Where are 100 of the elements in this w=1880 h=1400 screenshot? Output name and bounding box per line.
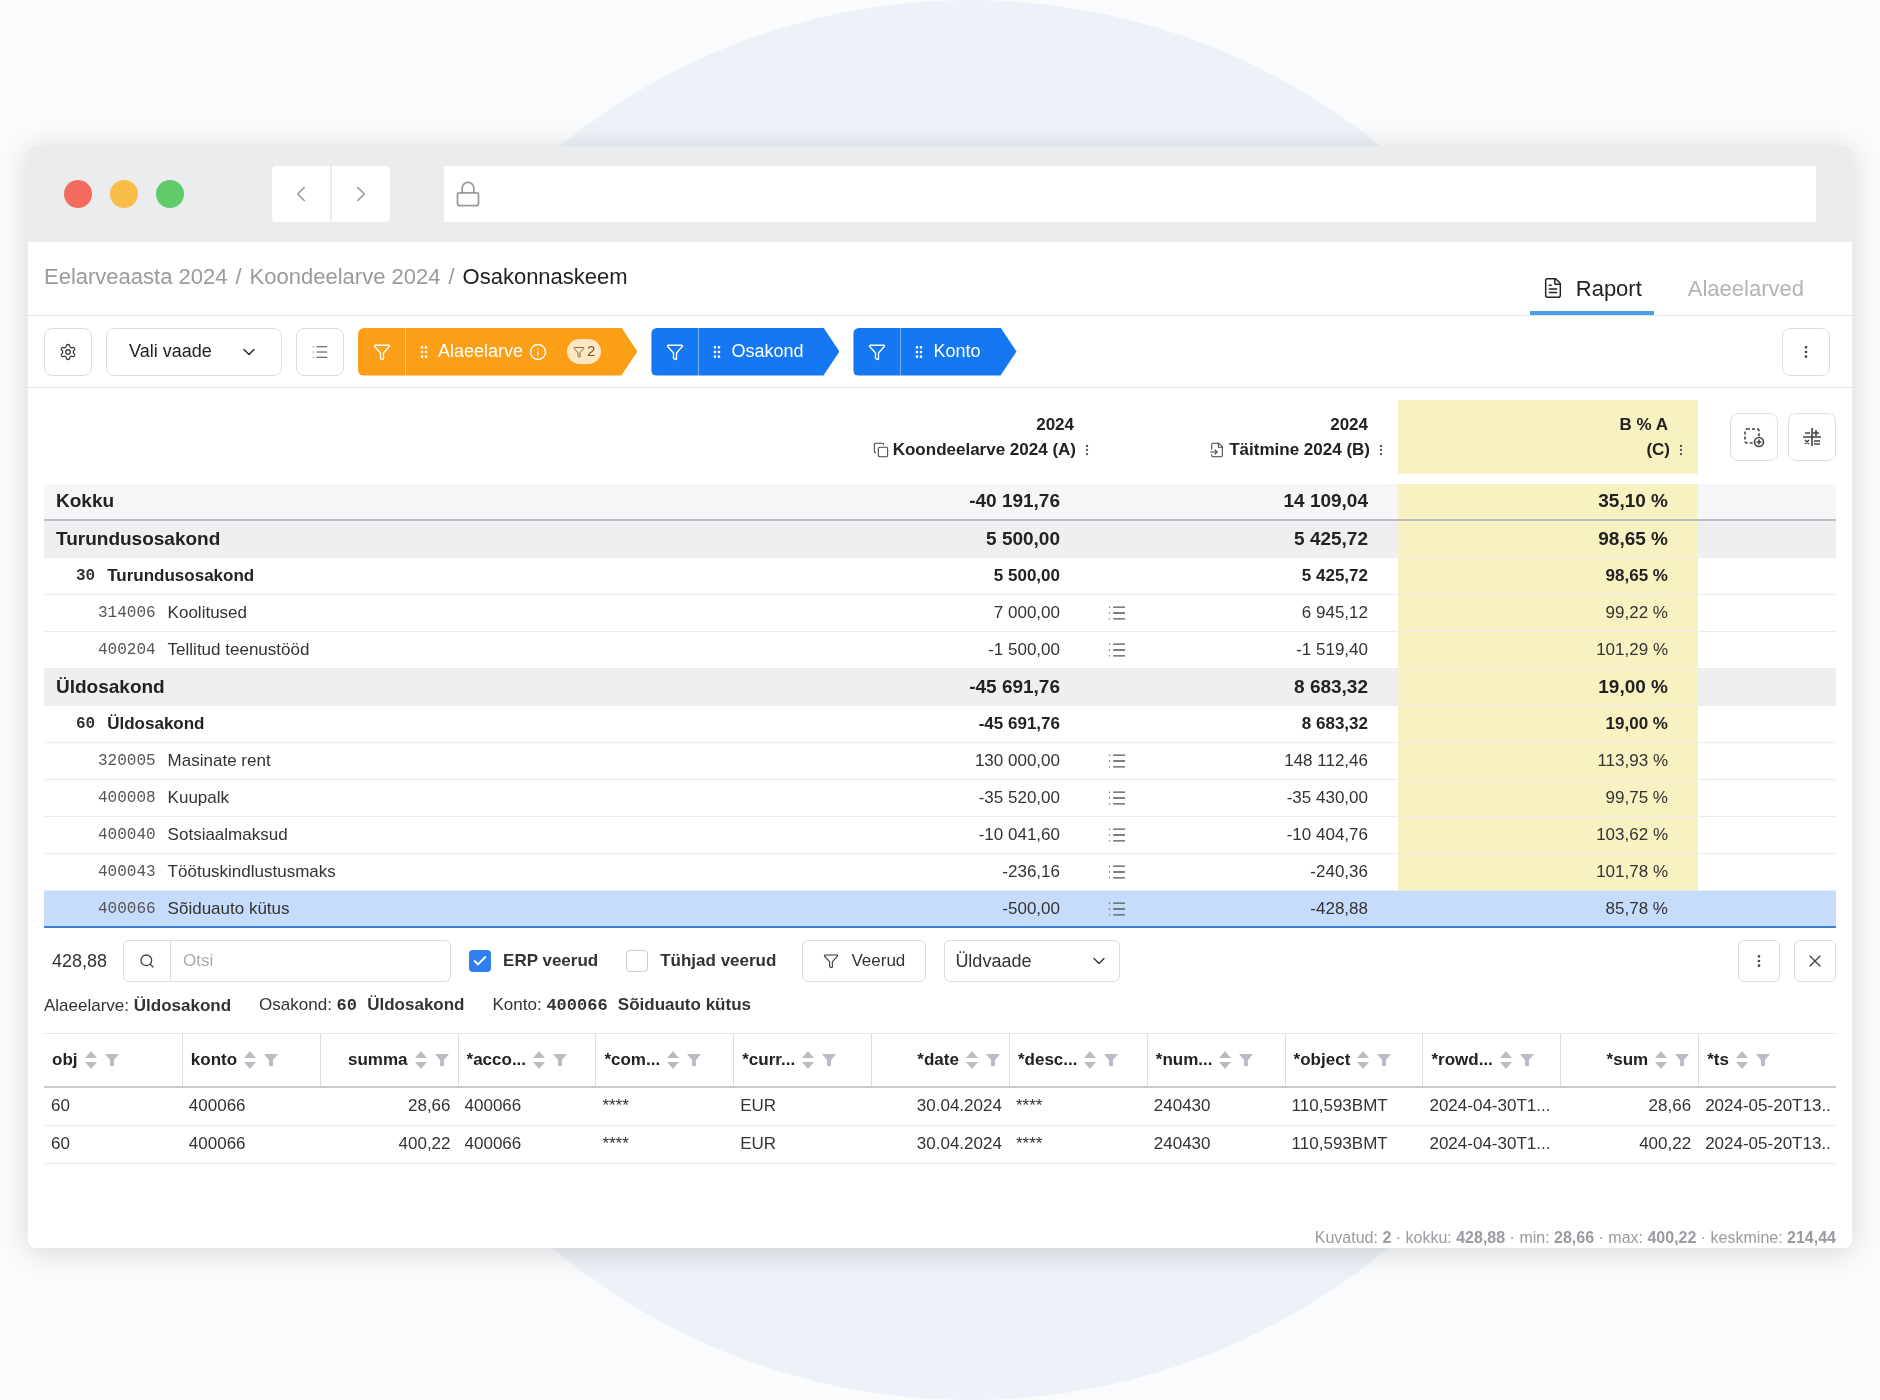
filter-icon[interactable] <box>263 1051 280 1068</box>
row-label: Üldosakond <box>56 674 165 699</box>
filter-icon[interactable] <box>686 1051 703 1068</box>
column-subtitle: (C) <box>1646 439 1670 461</box>
more-button[interactable] <box>1782 327 1830 376</box>
filter-icon <box>573 345 586 358</box>
grid-cell-text: 28,66 <box>407 1095 452 1118</box>
report-row[interactable]: 30 Turundusosakond 5 500,00 5 425,72 98,65 % <box>44 558 1836 595</box>
checkbox[interactable] <box>626 950 649 972</box>
account-code: 314006 <box>98 603 156 624</box>
breadcrumb-separator: / <box>448 263 455 291</box>
plan-value: -1 500,00 <box>988 639 1060 662</box>
grid-column-header[interactable]: *sum <box>1560 1033 1699 1086</box>
report-row[interactable]: 60 Üldosakond -45 691,76 8 683,32 19,00 % <box>44 706 1836 743</box>
ratio-value: 19,00 % <box>1598 674 1668 699</box>
ratio-value: 113,93 % <box>1597 750 1668 773</box>
tab[interactable]: Raport <box>1529 265 1654 315</box>
row-label: Masinate rent <box>167 750 271 773</box>
plan-value: -40 191,76 <box>969 489 1060 514</box>
grid-cell-text: 30.04.2024 <box>915 1133 1003 1156</box>
report-row[interactable]: 320005 Masinate rent 130 000,00 148 112,46 113,93 % <box>44 743 1836 780</box>
actual-value: -1 519,40 <box>1296 639 1368 662</box>
add-selection-button[interactable] <box>1730 413 1778 461</box>
plan-value: -236,16 <box>1002 861 1060 884</box>
filter-icon[interactable] <box>103 1051 120 1068</box>
search-icon <box>139 953 156 969</box>
filter-icon[interactable] <box>433 1051 450 1068</box>
column-title: Koondeelarve 2024 (A) <box>892 439 1076 461</box>
grid-column-header[interactable]: *acco... <box>457 1033 596 1086</box>
grid-cell-text: 2024-05-20T13.. <box>1704 1095 1832 1118</box>
filter-icon[interactable] <box>1103 1051 1120 1068</box>
report-row[interactable]: Üldosakond -45 691,76 8 683,32 19,00 % <box>44 669 1836 706</box>
view-select[interactable]: Vali vaade <box>106 327 282 376</box>
grid-column-header[interactable]: obj <box>44 1033 182 1086</box>
report-row[interactable]: 400066 Sõiduauto kütus -500,00 -428,88 85,78 % <box>44 891 1836 928</box>
filter-count: 2 <box>587 341 596 362</box>
row-label: Kuupalk <box>167 787 230 810</box>
report-row[interactable]: 400008 Kuupalk -35 520,00 -35 430,00 99,75 % <box>44 780 1836 817</box>
actual-value: -35 430,00 <box>1286 787 1368 810</box>
address-bar[interactable] <box>444 166 1816 222</box>
filter-icon[interactable] <box>1754 1051 1771 1068</box>
filter-icon[interactable] <box>984 1051 1001 1068</box>
filter-icon[interactable] <box>1674 1051 1691 1068</box>
grid-column-header[interactable]: konto <box>181 1033 320 1086</box>
grid-cell-text: 2024-04-30T1... <box>1428 1095 1552 1118</box>
grid-column-header[interactable]: *date <box>871 1033 1009 1086</box>
settings-button[interactable] <box>44 327 92 376</box>
summary-text: Kuvatud: 2 · kokku: 428,88 · min: 28,66 · max: 400,22 · keskmine: 214,44 <box>1314 1227 1836 1248</box>
close-button[interactable] <box>1794 940 1836 982</box>
breadcrumb-item: Osakonnaskeem <box>462 263 628 291</box>
plan-value: 130 000,00 <box>974 750 1060 773</box>
report-row[interactable]: Turundusosakond 5 500,00 5 425,72 98,65 % <box>44 521 1836 558</box>
filter-icon[interactable] <box>821 1051 838 1068</box>
list-button[interactable] <box>296 327 344 376</box>
column-title: B % A <box>1619 413 1668 436</box>
filter-icon[interactable] <box>1238 1051 1255 1068</box>
search-field[interactable]: Otsi <box>171 940 452 982</box>
back-button[interactable] <box>272 166 330 222</box>
plan-value: -45 691,76 <box>978 713 1060 736</box>
more-button[interactable] <box>1738 940 1780 982</box>
report-row[interactable]: 400043 Töötuskindlustusmaks -236,16 -240,36 101,78 % <box>44 854 1836 891</box>
columns-button[interactable]: Veerud <box>802 940 927 982</box>
report-row[interactable]: 400040 Sotsiaalmaksud -10 041,60 -10 404,76 103,62 % <box>44 817 1836 854</box>
filter-chip[interactable]: Konto <box>853 327 1017 376</box>
filter-chip[interactable]: Osakond <box>651 327 840 376</box>
grid-column-header[interactable]: summa <box>319 1033 458 1086</box>
grid-column-header[interactable]: *curr... <box>733 1033 872 1086</box>
calculation-button[interactable] <box>1788 413 1836 461</box>
report-row[interactable]: Kokku -40 191,76 14 109,04 35,10 % <box>44 484 1836 521</box>
grid-column-header[interactable]: *object <box>1284 1033 1423 1086</box>
report-row[interactable]: 400204 Tellitud teenustööd -1 500,00 -1 519,40 101,29 % <box>44 632 1836 669</box>
checkbox-label: Tühjad veerud <box>660 950 777 973</box>
grid-column-header[interactable]: *com... <box>595 1033 734 1086</box>
search-button[interactable] <box>123 940 172 982</box>
filter-chip[interactable]: Alaeelarve 2 <box>358 327 638 376</box>
close-window-icon[interactable] <box>64 180 92 208</box>
maximize-window-icon[interactable] <box>156 180 184 208</box>
account-code: 400008 <box>98 788 156 809</box>
filter-icon[interactable] <box>1376 1051 1393 1068</box>
filter-summary: Konto: 400066 Sõiduauto kütus <box>492 994 751 1017</box>
checkbox[interactable] <box>469 950 492 972</box>
view-select[interactable]: Üldvaade <box>944 940 1121 982</box>
report-row[interactable]: 314006 Koolitused 7 000,00 6 945,12 99,22 % <box>44 595 1836 632</box>
actual-value: -240,36 <box>1310 861 1368 884</box>
row-label: Tellitud teenustööd <box>167 639 310 662</box>
grid-column-header[interactable]: *desc... <box>1008 1033 1147 1086</box>
ratio-value: 101,29 % <box>1596 639 1668 662</box>
settings-icon <box>59 342 77 361</box>
grid-column-header[interactable]: *ts <box>1698 1033 1836 1086</box>
filter-icon[interactable] <box>1518 1051 1535 1068</box>
account-code: 30 <box>76 566 96 587</box>
column-year: 2024 <box>1036 413 1074 436</box>
minimize-window-icon[interactable] <box>110 180 138 208</box>
actual-value: 8 683,32 <box>1301 713 1368 736</box>
actual-value: 14 109,04 <box>1283 489 1368 514</box>
grid-column-header[interactable]: *num... <box>1146 1033 1285 1086</box>
grid-column-header[interactable]: *rowd... <box>1422 1033 1561 1086</box>
forward-button[interactable] <box>332 166 390 222</box>
filter-icon[interactable] <box>552 1051 569 1068</box>
grid-cell-text: 400066 <box>463 1133 523 1156</box>
